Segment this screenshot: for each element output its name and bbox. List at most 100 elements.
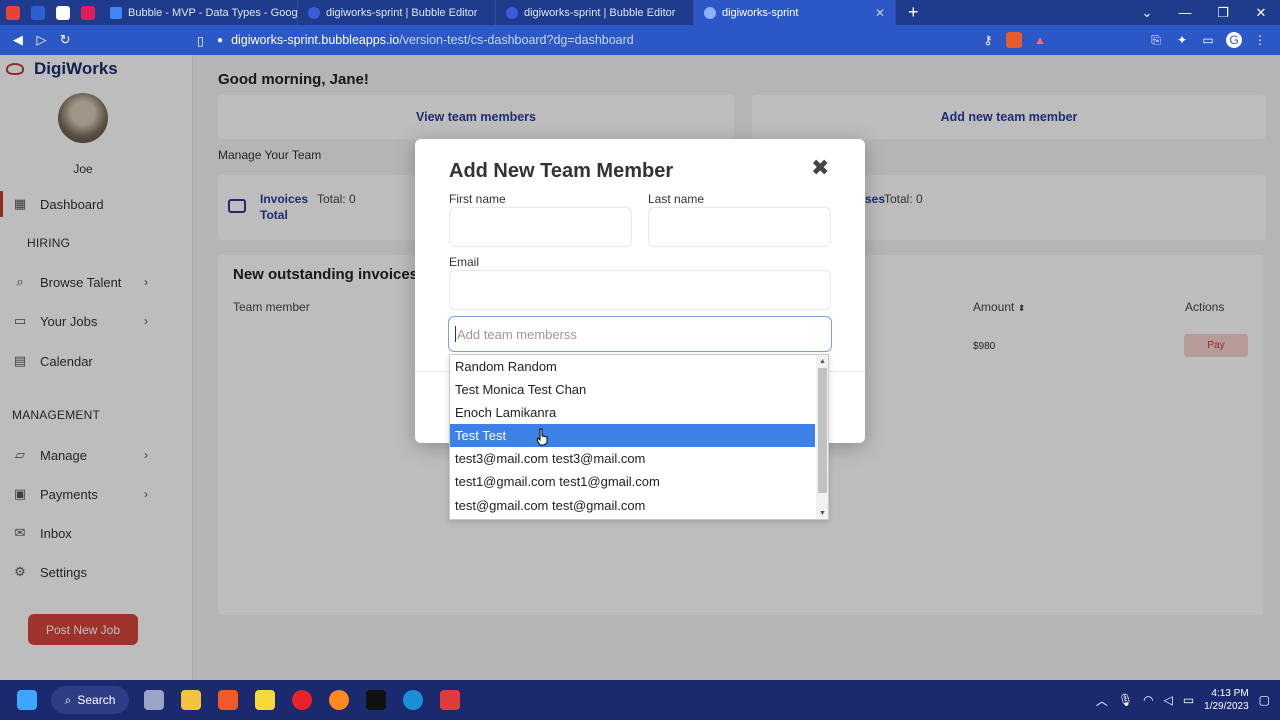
slack-icon [80, 5, 95, 20]
recorder-glyph [439, 690, 460, 710]
url-host: digiworks-sprint.bubbleapps.io [231, 33, 400, 47]
battery-icon[interactable]: ▭ [1183, 693, 1194, 707]
taskbar-search[interactable]: ⌕ Search [51, 686, 129, 714]
list-item[interactable]: test@gmail.com test@gmail.com [450, 494, 815, 517]
last-name-label: Last name [648, 192, 705, 206]
key-icon[interactable]: ⚷ [980, 32, 996, 48]
folder-glyph [180, 690, 201, 710]
ccleaner-icon[interactable] [394, 680, 431, 720]
tab-bubble-editor-2[interactable]: digiworks-sprint | Bubble Editor [496, 0, 694, 25]
google-pinned-tab[interactable] [50, 0, 75, 25]
windows-taskbar: ⌕ Search ︿ 🎙 ◠ ◁ ▭ 4:13 PM 1/29/2023 ▢ [0, 680, 1280, 720]
file-explorer-icon[interactable] [172, 680, 209, 720]
task-view-glyph [143, 690, 164, 710]
maximize-icon[interactable]: ❐ [1204, 0, 1242, 25]
clock-time: 4:13 PM [1211, 688, 1249, 699]
bubble-icon [308, 6, 320, 19]
list-item[interactable]: Test Monica Test Chan [450, 378, 815, 401]
firefox-icon[interactable] [320, 680, 357, 720]
extensions-icon[interactable]: ✦ [1174, 32, 1190, 48]
bubble-icon [704, 6, 716, 19]
first-name-label: First name [449, 192, 506, 206]
brave-glyph [217, 690, 238, 710]
tab-digiworks-sprint[interactable]: digiworks-sprint ✕ [694, 0, 896, 25]
translate-icon[interactable]: ⎘ [1148, 32, 1164, 48]
list-item[interactable]: test3@mail.com test3@mail.com [450, 447, 815, 470]
window-controls: ⌄ — ❐ ✕ [1128, 0, 1280, 25]
url-field[interactable]: ▯ ● digiworks-sprint.bubbleapps.io/versi… [197, 29, 980, 51]
gmail-pinned-tab[interactable] [0, 0, 25, 25]
list-item[interactable]: test1@gmail.com test1@gmail.com [450, 470, 815, 493]
brave-browser-icon[interactable] [209, 680, 246, 720]
tab-bubble-editor-1[interactable]: digiworks-sprint | Bubble Editor [298, 0, 496, 25]
browser-tab-bar: Bubble - MVP - Data Types - Google D dig… [0, 0, 1280, 25]
forward-icon[interactable]: ▷ [30, 25, 54, 55]
recorder-icon[interactable] [431, 680, 468, 720]
start-button[interactable] [8, 680, 45, 720]
menu-icon[interactable]: ⋮ [1252, 32, 1268, 48]
email-field[interactable] [449, 270, 831, 310]
sticky-notes-icon[interactable] [246, 680, 283, 720]
ccleaner-glyph [402, 690, 423, 710]
back-icon[interactable]: ◀ [6, 25, 30, 55]
address-bar: ◀ ▷ ↻ ▯ ● digiworks-sprint.bubbleapps.io… [0, 25, 1280, 55]
scrollbar-thumb[interactable] [818, 368, 827, 493]
jira-pinned-tab[interactable] [25, 0, 50, 25]
brave-rewards-icon[interactable]: ▲ [1032, 32, 1048, 48]
jira-icon [30, 5, 45, 20]
taskbar-search-label: Search [77, 693, 116, 707]
bookmark-icon[interactable]: ▯ [197, 33, 209, 48]
tab-search-icon[interactable]: ⌄ [1128, 0, 1166, 25]
tab-label: digiworks-sprint | Bubble Editor [326, 6, 478, 19]
reload-icon[interactable]: ↻ [53, 25, 77, 55]
team-member-search-input[interactable]: Add team memberss [448, 316, 832, 352]
tab-label: Bubble - MVP - Data Types - Google D [128, 6, 298, 19]
brave-shield-icon[interactable] [1006, 32, 1022, 48]
notification-icon[interactable]: ▢ [1259, 693, 1270, 707]
text-caret [455, 326, 456, 342]
list-item[interactable]: Enoch Lamikanra [450, 401, 815, 424]
clock-date: 1/29/2023 [1204, 701, 1249, 712]
chevron-up-icon[interactable]: ︿ [1096, 692, 1108, 709]
windows-icon [16, 690, 37, 710]
hand-cursor-icon [536, 428, 548, 446]
close-tab-icon[interactable]: ✕ [875, 6, 885, 20]
scroll-down-icon[interactable]: ▼ [816, 507, 828, 519]
system-tray: ︿ 🎙 ◠ ◁ ▭ 4:13 PM 1/29/2023 ▢ [1096, 687, 1280, 713]
gmail-icon [5, 5, 20, 20]
netflix-glyph [365, 690, 386, 710]
tab-label: digiworks-sprint [722, 6, 799, 19]
task-view-icon[interactable] [135, 680, 172, 720]
docs-icon [110, 6, 122, 19]
tab-google-docs[interactable]: Bubble - MVP - Data Types - Google D [100, 0, 298, 25]
team-member-dropdown: Random Random Test Monica Test Chan Enoc… [449, 354, 829, 520]
slack-pinned-tab[interactable] [75, 0, 100, 25]
new-tab-button[interactable]: + [896, 2, 931, 23]
wifi-icon[interactable]: ◠ [1143, 693, 1153, 707]
bubble-icon [506, 6, 518, 19]
close-icon[interactable]: ✖ [811, 155, 829, 181]
extensions-area: ⚷ ▲ ⎘ ✦ ▭ G ⋮ [980, 32, 1280, 48]
google-icon [55, 5, 70, 20]
last-name-field[interactable] [648, 207, 831, 247]
search-icon: ⌕ [64, 692, 72, 707]
volume-icon[interactable]: ◁ [1164, 693, 1173, 707]
opera-glyph [291, 690, 312, 710]
close-window-icon[interactable]: ✕ [1242, 0, 1280, 25]
wallet-icon[interactable]: ▭ [1200, 32, 1216, 48]
tab-label: digiworks-sprint | Bubble Editor [524, 6, 676, 19]
lock-icon[interactable]: ● [217, 35, 223, 46]
list-item-selected[interactable]: Test Test [450, 424, 815, 447]
minimize-icon[interactable]: — [1166, 0, 1204, 25]
grammarly-icon[interactable]: G [1226, 32, 1242, 48]
opera-icon[interactable] [283, 680, 320, 720]
netflix-icon[interactable] [357, 680, 394, 720]
microphone-icon[interactable]: 🎙 [1118, 693, 1133, 707]
list-item[interactable]: Random Random [450, 355, 815, 378]
email-label: Email [449, 255, 480, 269]
first-name-field[interactable] [449, 207, 632, 247]
scroll-up-icon[interactable]: ▲ [816, 355, 828, 367]
url-path: /version-test/cs-dashboard?dg=dashboard [399, 33, 634, 47]
notes-glyph [254, 690, 275, 710]
clock[interactable]: 4:13 PM 1/29/2023 [1204, 687, 1249, 713]
